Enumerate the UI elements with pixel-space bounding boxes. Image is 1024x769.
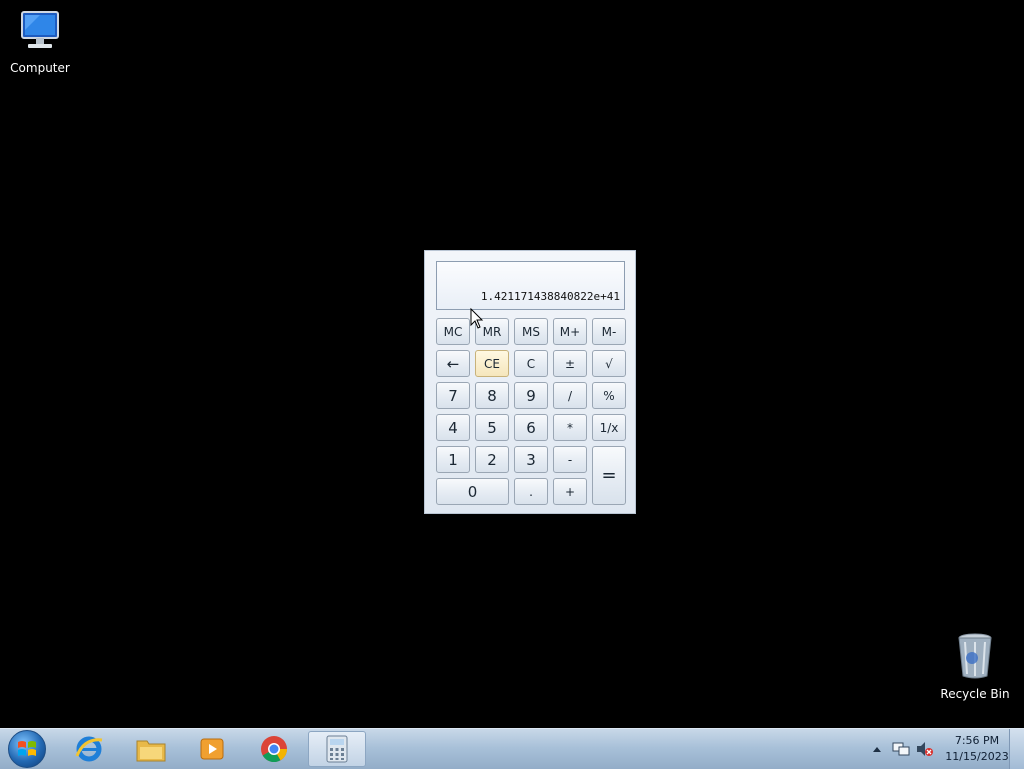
ms-button[interactable]: MS xyxy=(514,318,548,345)
digit-1-button[interactable]: 1 xyxy=(436,446,470,473)
taskbar-file-explorer[interactable] xyxy=(124,731,178,767)
mouse-cursor-icon xyxy=(470,308,484,329)
calculator-icon xyxy=(326,735,348,763)
computer-icon xyxy=(21,11,59,48)
desktop-icon-label: Computer xyxy=(10,61,70,75)
taskbar-media-player[interactable] xyxy=(185,731,239,767)
desktop-icon-recycle-bin[interactable]: Recycle Bin xyxy=(935,632,1015,701)
clear-button[interactable]: C xyxy=(514,350,548,377)
digit-2-button[interactable]: 2 xyxy=(475,446,509,473)
divide-button[interactable]: / xyxy=(553,382,587,409)
digit-9-button[interactable]: 9 xyxy=(514,382,548,409)
media-player-icon xyxy=(200,738,224,760)
sqrt-button[interactable]: √ xyxy=(592,350,626,377)
m-plus-button[interactable]: M+ xyxy=(553,318,587,345)
digit-7-button[interactable]: 7 xyxy=(436,382,470,409)
percent-button[interactable]: % xyxy=(592,382,626,409)
reciprocal-button[interactable]: 1/x xyxy=(592,414,626,441)
taskbar-calculator[interactable] xyxy=(308,731,366,767)
system-tray: 7:56 PM 11/15/2023 xyxy=(864,729,1024,769)
subtract-button[interactable]: - xyxy=(553,446,587,473)
taskbar: 7:56 PM 11/15/2023 xyxy=(0,728,1024,769)
windows-logo-icon xyxy=(18,741,36,756)
internet-explorer-icon xyxy=(75,736,103,762)
digit-5-button[interactable]: 5 xyxy=(475,414,509,441)
equals-button[interactable]: = xyxy=(592,446,626,505)
show-hidden-icons-icon[interactable] xyxy=(872,745,882,753)
desktop-icon-computer[interactable]: Computer xyxy=(0,10,80,75)
taskbar-internet-explorer[interactable] xyxy=(62,731,116,767)
digit-0-button[interactable]: 0 xyxy=(436,478,509,505)
chrome-icon xyxy=(261,736,288,763)
clock[interactable]: 7:56 PM 11/15/2023 xyxy=(942,733,1012,765)
m-minus-button[interactable]: M- xyxy=(592,318,626,345)
network-icon[interactable] xyxy=(892,741,910,757)
taskbar-chrome[interactable] xyxy=(247,731,301,767)
ce-button[interactable]: CE xyxy=(475,350,509,377)
start-button[interactable] xyxy=(8,730,46,768)
digit-8-button[interactable]: 8 xyxy=(475,382,509,409)
negate-button[interactable]: ± xyxy=(553,350,587,377)
decimal-button[interactable]: . xyxy=(514,478,548,505)
digit-6-button[interactable]: 6 xyxy=(514,414,548,441)
recycle-bin-icon xyxy=(958,633,992,679)
digit-4-button[interactable]: 4 xyxy=(436,414,470,441)
calculator-window[interactable]: 1.421171438840822e+41 MC MR MS M+ M- ← C… xyxy=(424,250,636,514)
volume-muted-icon[interactable] xyxy=(916,741,934,757)
show-desktop-button[interactable] xyxy=(1009,729,1024,769)
display-value: 1.421171438840822e+41 xyxy=(480,290,620,303)
desktop-icon-label: Recycle Bin xyxy=(940,687,1010,701)
file-explorer-icon xyxy=(136,740,166,762)
calculator-display: 1.421171438840822e+41 xyxy=(436,261,625,310)
clock-time: 7:56 PM xyxy=(954,734,1000,747)
digit-3-button[interactable]: 3 xyxy=(514,446,548,473)
mc-button[interactable]: MC xyxy=(436,318,470,345)
multiply-button[interactable]: * xyxy=(553,414,587,441)
add-button[interactable]: + xyxy=(553,478,587,505)
clock-date: 11/15/2023 xyxy=(945,750,1009,763)
backspace-button[interactable]: ← xyxy=(436,350,470,377)
